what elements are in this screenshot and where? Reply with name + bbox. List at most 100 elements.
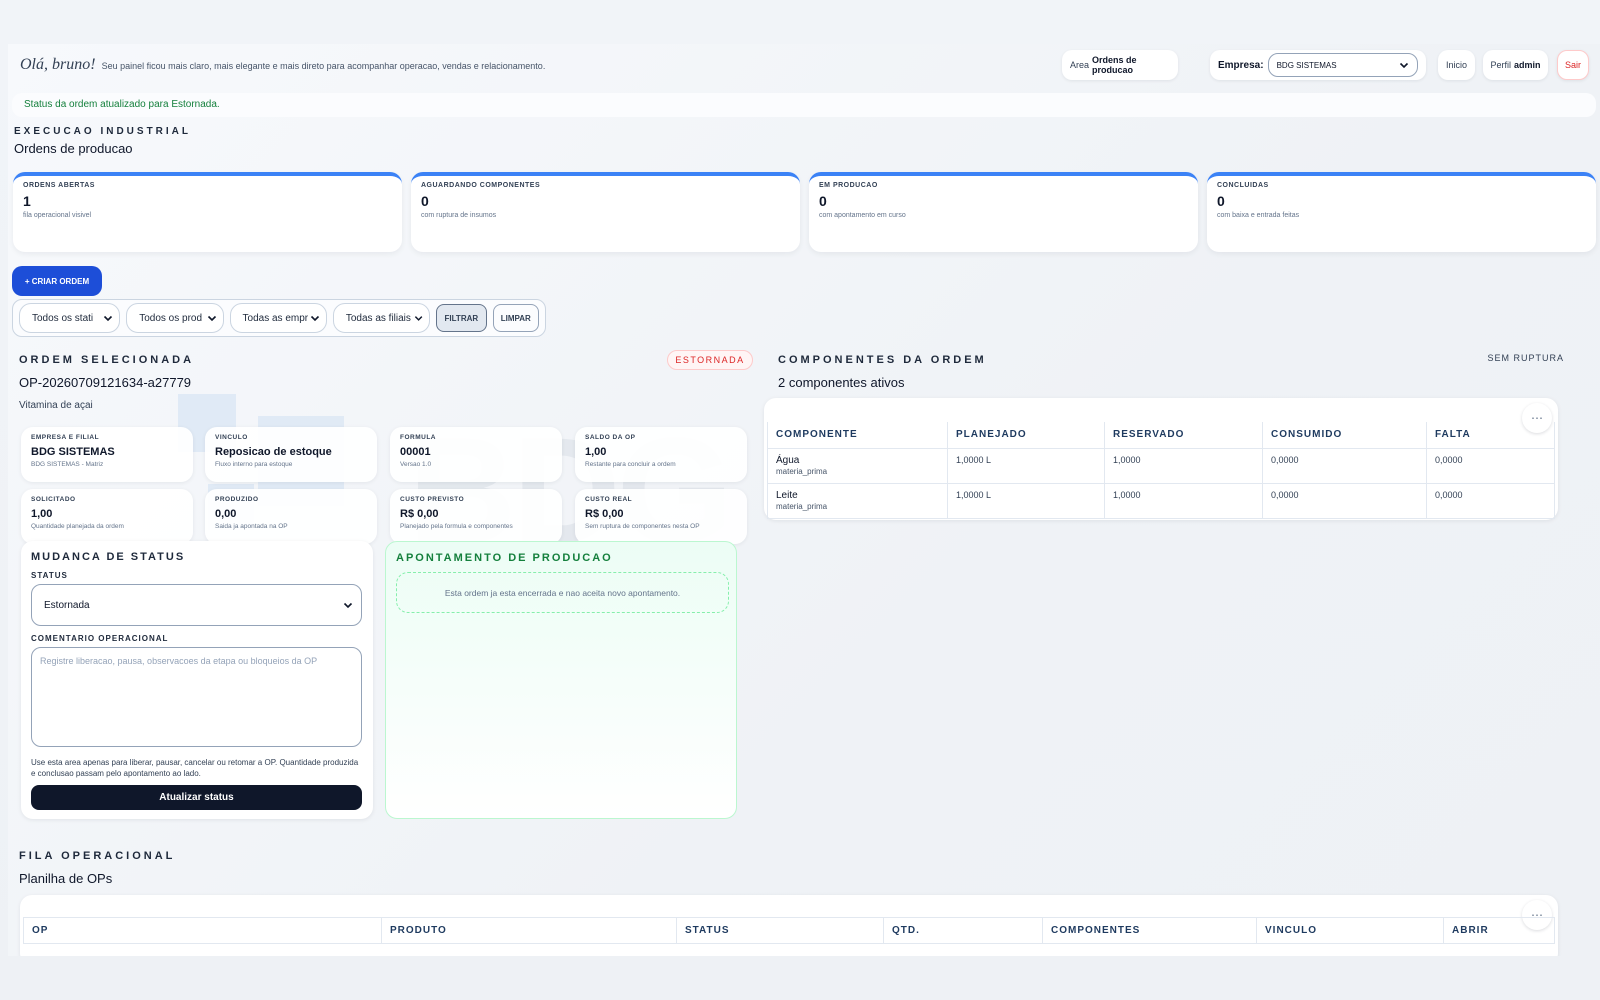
- card-label: PRODUZIDO: [215, 496, 259, 503]
- empresa-label: Empresa:: [1218, 59, 1264, 71]
- card-note: Quantidade planejada da ordem: [31, 523, 124, 530]
- status-filter[interactable]: Todos os stati: [19, 303, 121, 333]
- card-value: 1,00: [31, 508, 53, 520]
- kpi-aguardando-componentes: AGUARDANDO COMPONENTES 0 com ruptura de …: [411, 172, 800, 252]
- kpi-label: EM PRODUCAO: [819, 182, 878, 189]
- kpi-note: fila operacional visivel: [23, 212, 92, 219]
- card-solicitado: SOLICITADO 1,00 Quantidade planejada da …: [21, 489, 193, 544]
- chevron-down-icon: [343, 602, 353, 609]
- cell-reservado: 1,0000: [1104, 447, 1263, 484]
- cell-falta: 0,0000: [1426, 482, 1555, 519]
- card-label: SOLICITADO: [31, 496, 76, 503]
- component-type: materia_prima: [776, 466, 828, 476]
- filial-filter[interactable]: Todas as filiais: [332, 303, 431, 333]
- card-produzido: PRODUZIDO 0,00 Saida ja apontada na OP: [205, 489, 377, 544]
- create-order-button[interactable]: + CRIAR ORDEM: [12, 266, 102, 296]
- kpi-label: AGUARDANDO COMPONENTES: [421, 182, 541, 189]
- card-value: 1,00: [585, 446, 607, 458]
- column-header: CONSUMIDO: [1262, 422, 1427, 449]
- kpi-label: ORDENS ABERTAS: [23, 182, 95, 189]
- status-badge: ESTORNADA: [667, 350, 753, 370]
- component-name: Água: [776, 454, 800, 466]
- card-value: BDG SISTEMAS: [31, 446, 115, 458]
- card-custo-real: CUSTO REAL R$ 0,00 Sem ruptura de compon…: [575, 489, 747, 544]
- apontamento-title: APONTAMENTO DE PRODUCAO: [396, 552, 613, 564]
- perfil-link[interactable]: Perfil admin: [1483, 50, 1548, 80]
- componentes-eyebrow: COMPONENTES DA ORDEM: [778, 354, 987, 366]
- card-note: Restante para concluir a ordem: [585, 461, 676, 468]
- card-note: Versao 1.0: [400, 461, 432, 468]
- status-select[interactable]: Estornada: [31, 584, 362, 626]
- op-table: OP PRODUTO STATUS QTD. COMPONENTES VINCU…: [23, 917, 1555, 944]
- cell-consumido: 0,0000: [1262, 447, 1427, 484]
- greeting-hello: Olá, bruno!: [20, 56, 96, 73]
- clear-filter-button[interactable]: LIMPAR: [492, 304, 539, 332]
- perfil-value: admin: [1514, 60, 1541, 70]
- table-row: Leite materia_prima 1,0000 L 1,0000 0,00…: [767, 482, 1555, 519]
- column-header: QTD.: [883, 917, 1043, 944]
- apontamento-message: Esta ordem ja esta encerrada e nao aceit…: [396, 572, 729, 613]
- component-type: materia_prima: [776, 501, 828, 511]
- card-value: R$ 0,00: [400, 508, 439, 520]
- cell-componente: Leite materia_prima: [767, 482, 948, 519]
- card-custo-previsto: CUSTO PREVISTO R$ 0,00 Planejado pela fo…: [390, 489, 562, 544]
- produto-filter-value: Todos os prod: [139, 312, 203, 324]
- empresa-select[interactable]: BDG SISTEMAS: [1267, 53, 1418, 77]
- kpi-value: 0: [819, 193, 827, 209]
- page-title: Ordens de producao: [14, 141, 133, 156]
- table-header-row: OP PRODUTO STATUS QTD. COMPONENTES VINCU…: [23, 917, 1555, 944]
- top-bar: Olá, bruno! Seu painel ficou mais claro,…: [8, 44, 1600, 88]
- area-value: Ordens de producao: [1092, 55, 1137, 75]
- status-alert: Status da ordem atualizado para Estornad…: [12, 93, 1596, 117]
- cell-reservado: 1,0000: [1104, 482, 1263, 519]
- table-header-row: COMPONENTE PLANEJADO RESERVADO CONSUMIDO…: [767, 422, 1555, 449]
- perfil-label: Perfil: [1490, 60, 1511, 70]
- column-header: PLANEJADO: [947, 422, 1105, 449]
- cell-componente: Água materia_prima: [767, 447, 948, 484]
- inicio-link[interactable]: Inicio: [1438, 50, 1475, 80]
- column-header: STATUS: [676, 917, 884, 944]
- ordem-eyebrow: ORDEM SELECIONADA: [19, 354, 195, 366]
- kpi-ordens-abertas: ORDENS ABERTAS 1 fila operacional visive…: [13, 172, 402, 252]
- componentes-table: COMPONENTE PLANEJADO RESERVADO CONSUMIDO…: [767, 422, 1555, 519]
- ordem-product: Vitamina de açai: [19, 400, 93, 411]
- card-label: CUSTO REAL: [585, 496, 633, 503]
- produto-filter[interactable]: Todos os prod: [126, 303, 224, 333]
- kpi-label: CONCLUIDAS: [1217, 182, 1269, 189]
- status-filter-value: Todos os stati: [32, 312, 94, 324]
- card-label: CUSTO PREVISTO: [400, 496, 465, 503]
- column-header: FALTA: [1426, 422, 1555, 449]
- section-eyebrow: EXECUCAO INDUSTRIAL: [14, 126, 192, 137]
- comment-field-label: COMENTARIO OPERACIONAL: [31, 634, 169, 643]
- kpi-note: com apontamento em curso: [819, 212, 906, 219]
- area-label: Area: [1070, 60, 1090, 70]
- card-label: SALDO DA OP: [585, 434, 636, 441]
- filial-filter-value: Todas as filiais: [345, 312, 411, 324]
- card-note: BDG SISTEMAS - Matriz: [31, 461, 104, 468]
- card-value: Reposicao de estoque: [215, 446, 332, 458]
- comment-textarea[interactable]: Registre liberacao, pausa, observacoes d…: [31, 647, 362, 747]
- chevron-down-icon: [104, 315, 113, 322]
- empresa-select-value: BDG SISTEMAS: [1276, 60, 1337, 70]
- update-status-button[interactable]: Atualizar status: [31, 785, 362, 810]
- empresa-filter[interactable]: Todas as empr: [229, 303, 327, 333]
- card-vinculo: VINCULO Reposicao de estoque Fluxo inter…: [205, 427, 377, 482]
- column-header: OP: [23, 917, 382, 944]
- area-indicator: Area Ordens de producao: [1062, 50, 1178, 80]
- kpi-note: com baixa e entrada feitas: [1217, 212, 1300, 219]
- greeting-subtitle: Seu painel ficou mais claro, mais elegan…: [101, 61, 546, 71]
- cell-planejado: 1,0000 L: [947, 482, 1105, 519]
- logout-button[interactable]: Sair: [1557, 50, 1589, 80]
- card-value: R$ 0,00: [585, 508, 624, 520]
- filter-button[interactable]: FILTRAR: [436, 304, 487, 332]
- chevron-down-icon: [1399, 62, 1408, 69]
- card-saldo-op: SALDO DA OP 1,00 Restante para concluir …: [575, 427, 747, 482]
- kpi-em-producao: EM PRODUCAO 0 com apontamento em curso: [809, 172, 1198, 252]
- card-note: Saida ja apontada na OP: [215, 523, 288, 530]
- greeting: Olá, bruno! Seu painel ficou mais claro,…: [20, 56, 545, 74]
- kpi-concluidas: CONCLUIDAS 0 com baixa e entrada feitas: [1207, 172, 1596, 252]
- status-select-value: Estornada: [44, 599, 90, 611]
- op-table-card: ⋯ OP PRODUTO STATUS QTD. COMPONENTES VIN…: [20, 895, 1558, 956]
- cell-falta: 0,0000: [1426, 447, 1555, 484]
- card-label: EMPRESA E FILIAL: [31, 434, 100, 441]
